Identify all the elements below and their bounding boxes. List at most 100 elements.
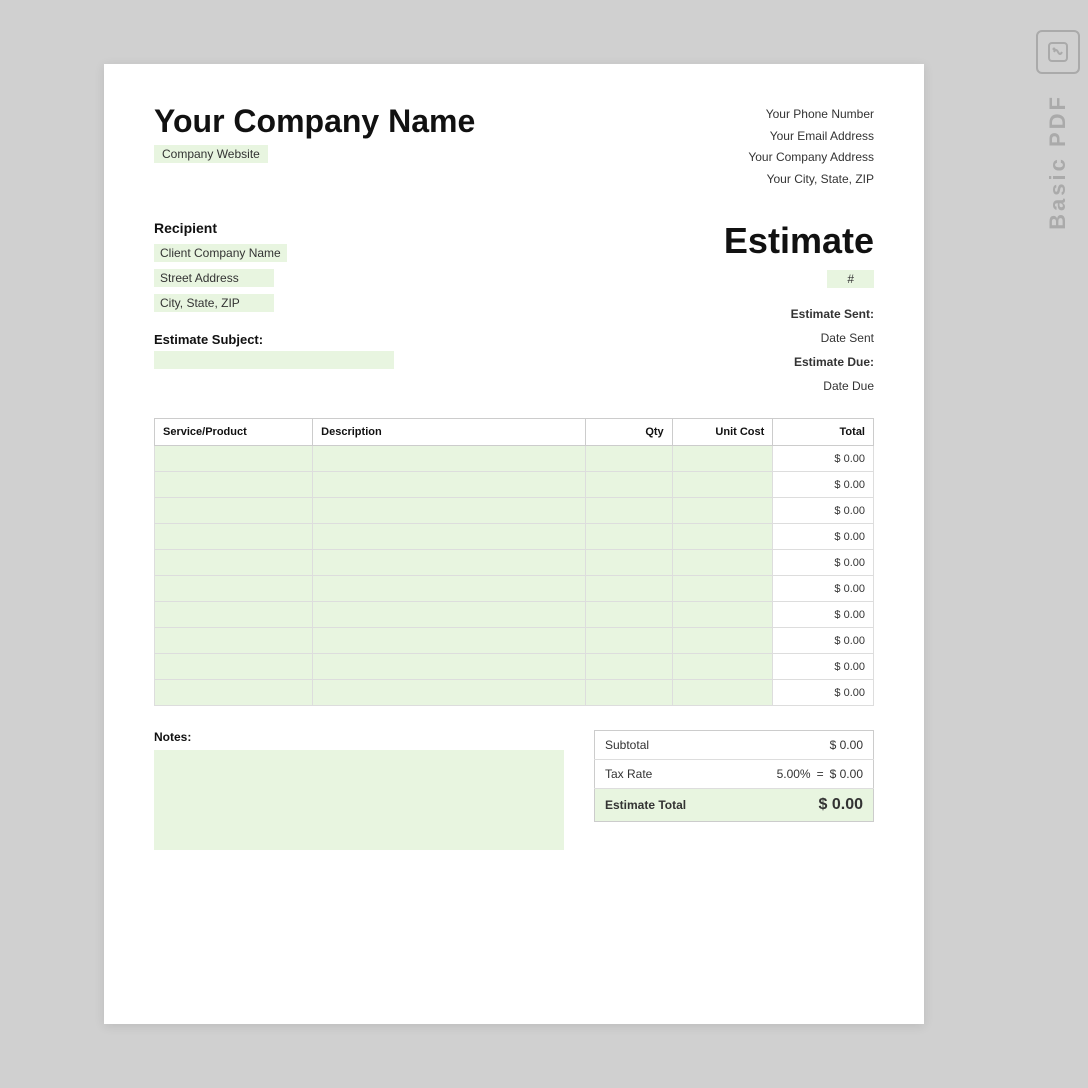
- cell-unit: [672, 472, 773, 498]
- cell-qty: [586, 680, 672, 706]
- cell-service: [155, 550, 313, 576]
- side-panel: Basic PDF: [1028, 0, 1088, 1088]
- cell-total: $ 0.00: [773, 602, 874, 628]
- cell-qty: [586, 472, 672, 498]
- tax-percent: 5.00%: [777, 767, 811, 781]
- table-row: $ 0.00: [155, 628, 874, 654]
- estimate-col: Estimate # Estimate Sent: Date Sent Esti…: [654, 220, 874, 398]
- cell-desc: [313, 602, 586, 628]
- cell-service: [155, 472, 313, 498]
- recipient-street: Street Address: [154, 269, 654, 291]
- recipient-company-name: Client Company Name: [154, 244, 287, 262]
- estimate-sent-value: Date Sent: [654, 326, 874, 350]
- cell-qty: [586, 576, 672, 602]
- cell-total: $ 0.00: [773, 654, 874, 680]
- recipient-city: City, State, ZIP: [154, 294, 654, 316]
- company-website: Company Website: [154, 145, 268, 163]
- company-email: Your Email Address: [748, 126, 874, 148]
- totals-table: Subtotal $ 0.00 Tax Rate 5.00% = $ 0.00: [594, 730, 874, 822]
- cell-qty: [586, 654, 672, 680]
- cell-total: $ 0.00: [773, 498, 874, 524]
- cell-service: [155, 602, 313, 628]
- estimate-dates: Estimate Sent: Date Sent Estimate Due: D…: [654, 302, 874, 398]
- document-header: Your Company Name Company Website Your P…: [154, 104, 874, 190]
- cell-qty: [586, 602, 672, 628]
- cell-qty: [586, 628, 672, 654]
- notes-label: Notes:: [154, 730, 564, 744]
- info-section: Recipient Client Company Name Street Add…: [154, 220, 874, 398]
- cell-desc: [313, 654, 586, 680]
- cell-qty: [586, 446, 672, 472]
- recipient-label: Recipient: [154, 220, 654, 236]
- cell-total: $ 0.00: [773, 576, 874, 602]
- cell-total: $ 0.00: [773, 550, 874, 576]
- cell-desc: [313, 498, 586, 524]
- header-qty: Qty: [586, 419, 672, 446]
- cell-service: [155, 680, 313, 706]
- table-row: $ 0.00: [155, 680, 874, 706]
- company-left: Your Company Name Company Website: [154, 104, 475, 163]
- cell-qty: [586, 498, 672, 524]
- table-row: $ 0.00: [155, 654, 874, 680]
- estimate-number: #: [827, 270, 874, 288]
- company-address: Your Company Address: [748, 147, 874, 169]
- cell-desc: [313, 472, 586, 498]
- cell-desc: [313, 680, 586, 706]
- cell-service: [155, 576, 313, 602]
- header-unit: Unit Cost: [672, 419, 773, 446]
- estimate-due-label: Estimate Due:: [794, 355, 874, 369]
- cell-unit: [672, 602, 773, 628]
- table-row: $ 0.00: [155, 524, 874, 550]
- subtotal-row: Subtotal $ 0.00: [595, 731, 874, 760]
- table-row: $ 0.00: [155, 446, 874, 472]
- recipient-col: Recipient Client Company Name Street Add…: [154, 220, 654, 398]
- cell-total: $ 0.00: [773, 524, 874, 550]
- totals-col: Subtotal $ 0.00 Tax Rate 5.00% = $ 0.00: [594, 730, 874, 822]
- cell-qty: [586, 550, 672, 576]
- cell-total: $ 0.00: [773, 446, 874, 472]
- table-row: $ 0.00: [155, 498, 874, 524]
- tax-equals: =: [817, 767, 824, 781]
- cell-service: [155, 628, 313, 654]
- cell-unit: [672, 498, 773, 524]
- cell-qty: [586, 524, 672, 550]
- cell-desc: [313, 576, 586, 602]
- document: Your Company Name Company Website Your P…: [104, 64, 924, 1024]
- subtotal-value: $ 0.00: [706, 731, 873, 760]
- recipient-street-value: Street Address: [154, 269, 274, 287]
- notes-col: Notes:: [154, 730, 564, 850]
- tax-label: Tax Rate: [595, 760, 707, 789]
- header-total: Total: [773, 419, 874, 446]
- estimate-due-row: Estimate Due:: [654, 350, 874, 374]
- bottom-section: Notes: Subtotal $ 0.00 Tax Rate 5.00%: [154, 730, 874, 850]
- cell-unit: [672, 628, 773, 654]
- table-row: $ 0.00: [155, 472, 874, 498]
- pdf-icon[interactable]: [1036, 30, 1080, 74]
- notes-box: [154, 750, 564, 850]
- estimate-due-value: Date Due: [654, 374, 874, 398]
- cell-desc: [313, 524, 586, 550]
- company-phone: Your Phone Number: [748, 104, 874, 126]
- estimate-sent-row: Estimate Sent:: [654, 302, 874, 326]
- estimate-title: Estimate: [654, 220, 874, 262]
- subject-label: Estimate Subject:: [154, 332, 654, 347]
- header-service: Service/Product: [155, 419, 313, 446]
- table-row: $ 0.00: [155, 576, 874, 602]
- cell-desc: [313, 550, 586, 576]
- cell-unit: [672, 654, 773, 680]
- tax-value: 5.00% = $ 0.00: [706, 760, 873, 789]
- items-table: Service/Product Description Qty Unit Cos…: [154, 418, 874, 706]
- header-desc: Description: [313, 419, 586, 446]
- subject-field: [154, 351, 394, 369]
- cell-service: [155, 654, 313, 680]
- cell-unit: [672, 524, 773, 550]
- cell-total: $ 0.00: [773, 472, 874, 498]
- cell-unit: [672, 576, 773, 602]
- company-right: Your Phone Number Your Email Address You…: [748, 104, 874, 190]
- cell-total: $ 0.00: [773, 680, 874, 706]
- tax-row: Tax Rate 5.00% = $ 0.00: [595, 760, 874, 789]
- cell-total: $ 0.00: [773, 628, 874, 654]
- company-city: Your City, State, ZIP: [748, 169, 874, 191]
- estimate-total-label: Estimate Total: [595, 789, 707, 822]
- estimate-sent-label: Estimate Sent:: [791, 307, 874, 321]
